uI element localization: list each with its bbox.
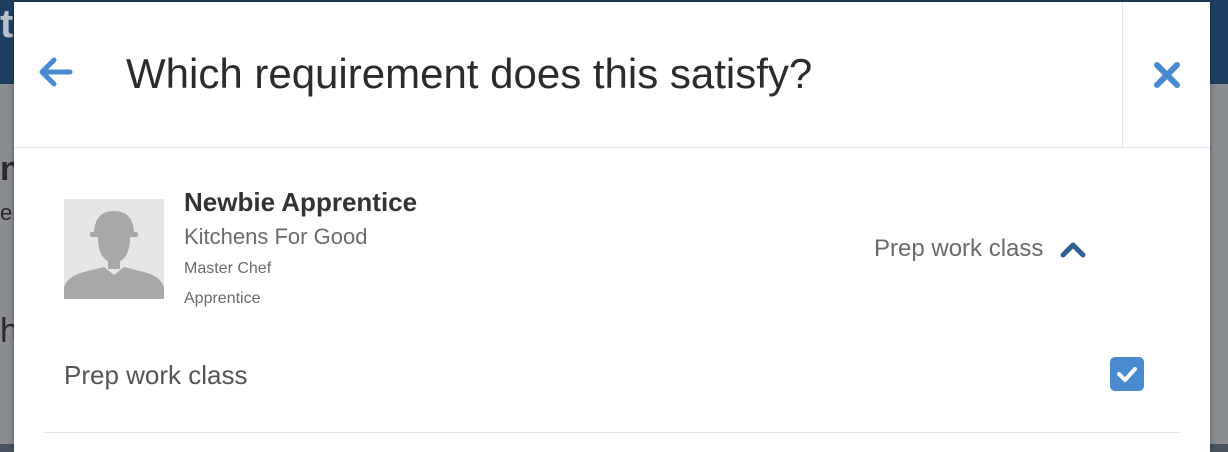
worker-avatar-icon (64, 211, 164, 299)
background-topbar-text: t (0, 2, 14, 46)
header-divider (1122, 2, 1123, 147)
requirement-modal: Which requirement does this satisfy? New… (14, 2, 1210, 452)
requirement-toggle-label: Prep work class (874, 235, 1044, 262)
back-button[interactable] (36, 52, 76, 92)
requirement-checkbox[interactable] (1110, 357, 1144, 391)
arrow-left-icon (39, 57, 73, 87)
person-name: Newbie Apprentice (184, 187, 418, 217)
close-icon (1154, 62, 1180, 88)
requirement-option[interactable]: Prep work class (64, 352, 1144, 402)
chevron-up-icon (1059, 239, 1087, 259)
check-icon (1117, 367, 1137, 382)
requirement-option-label: Prep work class (64, 360, 248, 390)
row-divider (44, 432, 1180, 433)
requirement-toggle[interactable]: Prep work class (874, 232, 1087, 266)
modal-header: Which requirement does this satisfy? (14, 2, 1210, 148)
person-status: Apprentice (184, 290, 261, 307)
person-organization: Kitchens For Good (184, 224, 368, 249)
person-card: Newbie Apprentice Kitchens For Good Mast… (64, 187, 664, 317)
person-role: Master Chef (184, 260, 272, 277)
avatar (64, 199, 164, 299)
close-button[interactable] (1144, 52, 1190, 98)
modal-title: Which requirement does this satisfy? (126, 50, 813, 97)
